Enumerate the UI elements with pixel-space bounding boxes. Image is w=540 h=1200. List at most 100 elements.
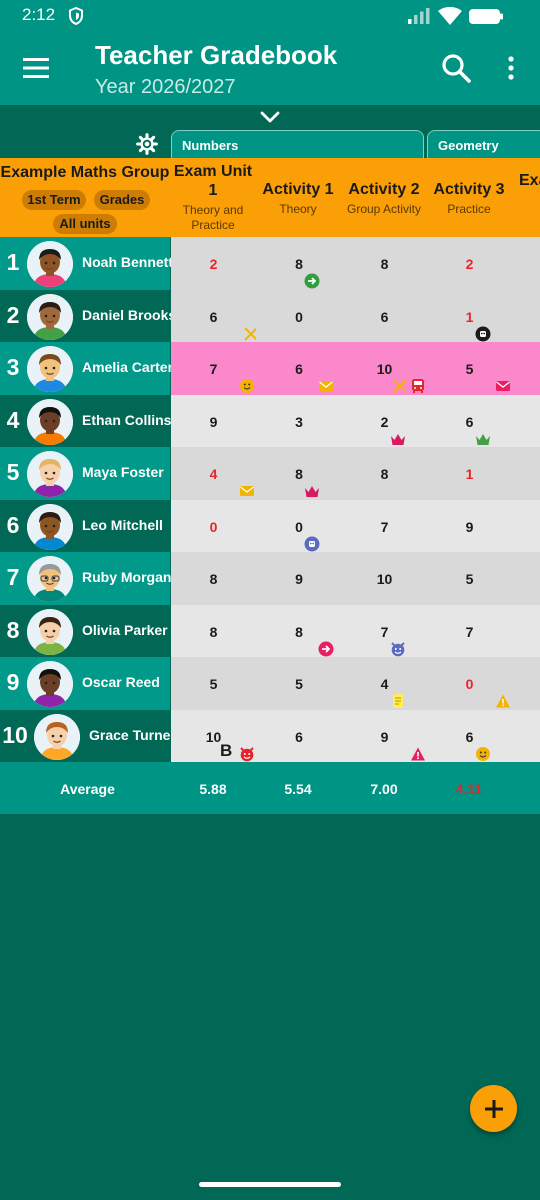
avatar[interactable] (27, 503, 73, 550)
grade-cell[interactable]: 9 (256, 552, 342, 605)
grade-cell[interactable]: 6 (427, 394, 512, 447)
grade-cell[interactable]: 2 (427, 237, 512, 290)
grade-cell[interactable]: 0 (171, 499, 256, 552)
grade-cell[interactable]: 2 (342, 394, 427, 447)
table-row[interactable]: 2 Daniel Brooks 6 0 6 1 (0, 289, 540, 342)
grade-cell[interactable] (512, 394, 540, 447)
grade-cell[interactable] (512, 289, 540, 342)
grade-cell[interactable]: 7 (427, 604, 512, 657)
home-indicator[interactable] (199, 1182, 341, 1187)
avatar[interactable] (27, 293, 73, 340)
grade-cell[interactable]: 8 (256, 237, 342, 290)
grade-cell[interactable] (512, 342, 540, 395)
student-cell[interactable]: 10 Grace Turner (0, 709, 176, 762)
robot-icon (304, 536, 320, 552)
grade-cell[interactable] (512, 447, 540, 500)
table-row[interactable]: 6 Leo Mitchell 0 0 7 9 (0, 499, 540, 552)
grades-chip[interactable]: Grades (94, 190, 150, 210)
grade-cell[interactable]: 6 (427, 709, 512, 762)
column-header-activity-3[interactable]: Activity 3 Practice (427, 158, 511, 237)
student-cell[interactable]: 9 Oscar Reed (0, 657, 170, 710)
grade-cell[interactable] (512, 237, 540, 290)
grade-cell[interactable]: 3 (256, 394, 342, 447)
grade-cell[interactable]: 0 (256, 289, 342, 342)
student-cell[interactable]: 5 Maya Foster (0, 447, 170, 500)
student-cell[interactable]: 2 Daniel Brooks (0, 289, 176, 342)
tab-numbers[interactable]: Numbers (171, 130, 424, 158)
grade-cell[interactable]: 5 (171, 657, 256, 710)
column-header-exam-unit-2[interactable]: Exa (512, 158, 540, 237)
table-row[interactable]: 7 Ruby Morgan 8 9 10 5 (0, 552, 540, 605)
grade-cell[interactable]: 9 (171, 394, 256, 447)
grade-cell[interactable]: 8 (256, 447, 342, 500)
student-cell[interactable]: 6 Leo Mitchell (0, 499, 170, 552)
grade-cell[interactable]: 0 (427, 657, 512, 710)
avatar[interactable] (27, 608, 73, 655)
grade-cell[interactable]: 10 (342, 342, 427, 395)
grade-cell[interactable]: 5 (427, 342, 512, 395)
grade-cell[interactable] (512, 604, 540, 657)
table-row[interactable]: 5 Maya Foster 4 8 8 1 (0, 447, 540, 500)
avatar[interactable] (34, 713, 80, 760)
column-header-activity-2[interactable]: Activity 2 Group Activity (342, 158, 426, 237)
grade-cell[interactable]: 8 (342, 447, 427, 500)
grade-cell[interactable] (512, 499, 540, 552)
term-chip[interactable]: 1st Term (22, 190, 86, 210)
grade-cell[interactable]: 8 (342, 237, 427, 290)
grade-cell[interactable]: 6 (256, 709, 342, 762)
grade-cell[interactable]: 4 (171, 447, 256, 500)
student-cell[interactable]: 4 Ethan Collins (0, 394, 171, 447)
grade-cell[interactable]: 6 (171, 289, 258, 342)
grade-cell[interactable]: 9 (342, 709, 427, 762)
grade-cell[interactable]: 0 (256, 499, 342, 552)
grade-cell[interactable]: 4 (342, 657, 427, 710)
tab-geometry[interactable]: Geometry (427, 130, 540, 158)
table-row[interactable]: 3 Amelia Carter 7 6 10 5 (0, 342, 540, 395)
student-cell[interactable]: 7 Ruby Morgan (0, 552, 171, 605)
column-header-exam-unit-1[interactable]: Exam Unit 1 Theory and Practice (171, 158, 255, 237)
avatar[interactable] (27, 451, 73, 497)
avatar[interactable] (27, 346, 73, 392)
grade-cell[interactable]: 7 (342, 604, 427, 657)
table-row[interactable]: 1 Noah Bennett 2 8 8 2 (0, 237, 540, 290)
more-options-button[interactable] (494, 48, 528, 88)
units-chip[interactable]: All units (53, 214, 117, 234)
grade-cell[interactable]: 6 (342, 289, 427, 342)
avatar[interactable] (27, 661, 73, 707)
grade-cell[interactable]: 7 (342, 499, 427, 552)
avatar[interactable] (27, 241, 73, 287)
grade-cell[interactable]: 5 (256, 657, 342, 710)
grade-cell[interactable]: 10 (342, 552, 427, 605)
table-row[interactable]: 9 Oscar Reed 5 5 4 0 (0, 657, 540, 710)
grade-cell[interactable]: 10 B (171, 709, 256, 762)
row-number: 5 (6, 459, 20, 485)
grade-cell[interactable]: 1 (427, 289, 512, 342)
avatar[interactable] (27, 556, 73, 602)
student-cell[interactable]: 8 Olivia Parker (0, 604, 170, 657)
column-header-activity-1[interactable]: Activity 1 Theory (256, 158, 340, 237)
grade-cell[interactable]: 6 (256, 342, 342, 395)
avatar[interactable] (27, 398, 73, 445)
student-cell[interactable]: 1 Noah Bennett (0, 237, 173, 290)
grade-cell[interactable] (512, 657, 540, 710)
app-bar: Teacher Gradebook Year 2026/2027 (0, 32, 540, 105)
grade-cell[interactable]: 8 (256, 604, 342, 657)
grade-cell[interactable] (512, 552, 540, 605)
table-row[interactable]: 10 Grace Turner 10 B 6 9 6 (0, 709, 540, 762)
student-cell[interactable]: 3 Amelia Carter (0, 342, 173, 395)
grade-cell[interactable]: 8 (171, 552, 256, 605)
grade-cell[interactable]: 7 (171, 342, 256, 395)
add-button[interactable] (470, 1085, 517, 1132)
grade-cell[interactable]: 1 (427, 447, 512, 500)
grade-cell[interactable]: 2 (171, 237, 256, 290)
table-row[interactable]: 4 Ethan Collins 9 3 2 6 (0, 394, 540, 447)
grade-cell[interactable] (512, 709, 540, 762)
search-button[interactable] (434, 48, 478, 88)
settings-button[interactable] (134, 131, 160, 157)
grade-cell[interactable]: 5 (427, 552, 512, 605)
table-row[interactable]: 8 Olivia Parker 8 8 7 7 (0, 604, 540, 657)
menu-button[interactable] (14, 48, 58, 88)
grade-cell[interactable]: 8 (171, 604, 256, 657)
expand-button[interactable] (255, 105, 285, 129)
grade-cell[interactable]: 9 (427, 499, 512, 552)
